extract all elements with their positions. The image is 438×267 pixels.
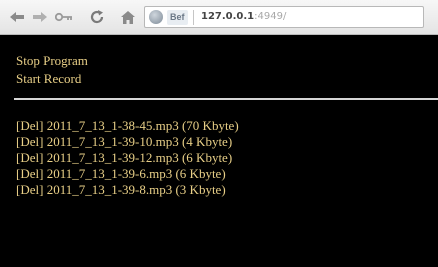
reload-icon[interactable]: [88, 8, 106, 26]
url-text[interactable]: 127.0.0.1:4949/: [201, 7, 286, 27]
page-content: Stop Program Start Record [Del] 2011_7_1…: [0, 36, 438, 267]
address-bar[interactable]: Bef 127.0.0.1:4949/: [144, 6, 424, 28]
horizontal-rule: [14, 98, 438, 100]
list-item: [Del] 2011_7_13_1-38-45.mp3 (70 Kbyte): [16, 118, 239, 134]
file-info: 2011_7_13_1-38-45.mp3 (70 Kbyte): [46, 118, 239, 133]
delete-link[interactable]: [Del]: [16, 150, 43, 165]
delete-link[interactable]: [Del]: [16, 118, 43, 133]
list-item: [Del] 2011_7_13_1-39-10.mp3 (4 Kbyte): [16, 134, 239, 150]
list-item: [Del] 2011_7_13_1-39-8.mp3 (3 Kbyte): [16, 182, 239, 198]
forward-arrow-icon[interactable]: [31, 8, 49, 26]
file-info: 2011_7_13_1-39-10.mp3 (4 Kbyte): [46, 134, 233, 149]
list-item: [Del] 2011_7_13_1-39-6.mp3 (6 Kbyte): [16, 166, 239, 182]
file-info: 2011_7_13_1-39-8.mp3 (3 Kbyte): [46, 182, 226, 197]
start-record-link[interactable]: Start Record: [16, 71, 81, 87]
stop-program-link[interactable]: Stop Program: [16, 53, 88, 69]
address-divider: [193, 10, 194, 25]
home-icon[interactable]: [119, 8, 137, 26]
url-host: 127.0.0.1: [201, 11, 255, 22]
file-info: 2011_7_13_1-39-6.mp3 (6 Kbyte): [46, 166, 226, 181]
key-icon[interactable]: [55, 8, 73, 26]
globe-icon: [149, 10, 163, 24]
browser-toolbar: Bef 127.0.0.1:4949/: [0, 0, 438, 35]
file-info: 2011_7_13_1-39-12.mp3 (6 Kbyte): [46, 150, 233, 165]
back-arrow-icon[interactable]: [8, 8, 26, 26]
delete-link[interactable]: [Del]: [16, 182, 43, 197]
list-item: [Del] 2011_7_13_1-39-12.mp3 (6 Kbyte): [16, 150, 239, 166]
delete-link[interactable]: [Del]: [16, 134, 43, 149]
delete-link[interactable]: [Del]: [16, 166, 43, 181]
url-port-path: :4949/: [254, 11, 287, 22]
security-tag: Bef: [167, 10, 188, 25]
recording-list: [Del] 2011_7_13_1-38-45.mp3 (70 Kbyte) […: [16, 118, 239, 198]
